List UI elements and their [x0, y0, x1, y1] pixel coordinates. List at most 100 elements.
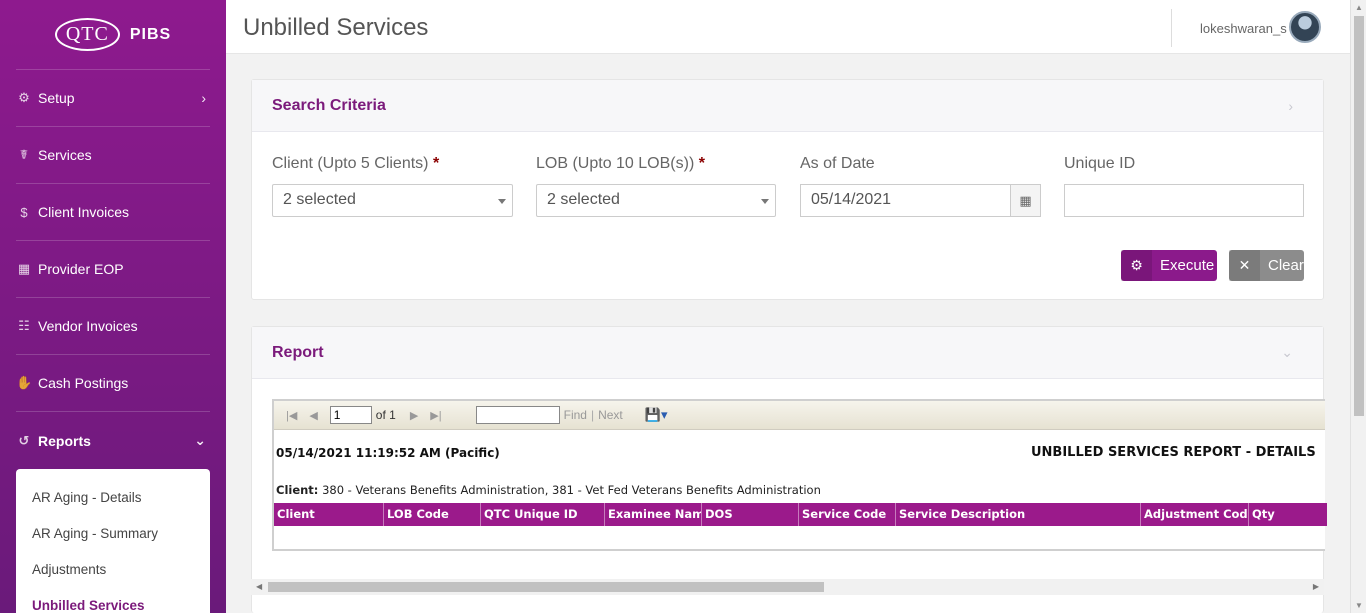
column-header: Service Code [799, 503, 896, 526]
lob-select-value: 2 selected [547, 191, 620, 208]
scrollbar-thumb[interactable] [268, 582, 824, 592]
scrollbar-thumb[interactable] [1354, 16, 1364, 416]
chevron-right-icon: › [201, 90, 206, 106]
column-header: DOS [702, 503, 799, 526]
table-header: Client LOB Code QTC Unique ID Examinee N… [274, 503, 1327, 526]
client-select[interactable]: 2 selected [272, 184, 513, 217]
sidebar-item-label: Cash Postings [38, 375, 129, 391]
username[interactable]: lokeshwaran_s [1200, 21, 1287, 36]
export-save-icon[interactable]: 💾▾ [645, 407, 668, 423]
gear-icon: ⚙ [1121, 250, 1152, 281]
logo[interactable]: QTC PIBS [16, 0, 210, 70]
lob-label: LOB (Upto 10 LOB(s)) * [536, 155, 705, 173]
submenu-item-adjustments[interactable]: Adjustments [16, 551, 210, 587]
table-icon: ☷ [18, 318, 30, 333]
sidebar-item-label: Setup [38, 90, 75, 106]
report-client-line: Client: 380 - Veterans Benefits Administ… [276, 483, 821, 497]
logo-mark: QTC [54, 18, 120, 51]
column-header: QTC Unique ID [481, 503, 605, 526]
execute-label: Execute [1160, 257, 1215, 274]
as-of-date-input[interactable]: 05/14/2021 [800, 184, 1011, 217]
sidebar-item-services[interactable]: ☤ Services [16, 127, 210, 184]
report-panel: Report ⌄ |◀ ◀ 1 of 1 ▶ ▶| Find | Next 💾▾… [251, 326, 1327, 613]
page-title: Unbilled Services [243, 14, 429, 41]
chevron-down-icon: ⌄ [194, 432, 206, 448]
calendar-icon[interactable]: ▦ [1010, 184, 1041, 217]
required-mark: * [698, 155, 705, 172]
toolbar-separator: | [590, 408, 595, 422]
panel-title: Report [272, 343, 324, 361]
sidebar: QTC PIBS ⚙ Setup › ☤ Services $ Client I… [0, 0, 226, 613]
report-run-date: 05/14/2021 11:19:52 AM (Pacific) [276, 446, 500, 460]
sidebar-item-cash-postings[interactable]: ✋ Cash Postings [16, 355, 210, 412]
client-select-value: 2 selected [283, 191, 356, 208]
chevron-down-icon[interactable]: ⌄ [1281, 344, 1293, 361]
client-label: Client: [276, 483, 319, 497]
submenu-item-ar-aging-details[interactable]: AR Aging - Details [16, 479, 210, 515]
submenu-item-ar-aging-summary[interactable]: AR Aging - Summary [16, 515, 210, 551]
scroll-down-icon[interactable]: ▼ [1355, 601, 1363, 610]
client-text: 380 - Veterans Benefits Administration, … [322, 483, 821, 497]
caret-down-icon [498, 199, 506, 204]
find-input[interactable] [475, 406, 560, 424]
page-number-input[interactable]: 1 [329, 406, 372, 424]
app-name: PIBS [129, 25, 172, 43]
sidebar-item-client-invoices[interactable]: $ Client Invoices [16, 184, 210, 241]
lob-select[interactable]: 2 selected [536, 184, 776, 217]
as-of-date-label: As of Date [800, 155, 875, 172]
sidebar-item-label: Services [38, 147, 92, 163]
first-page-icon[interactable]: |◀ [286, 409, 297, 422]
search-criteria-header[interactable]: Search Criteria › [252, 80, 1323, 132]
report-title: UNBILLED SERVICES REPORT - DETAILS [1031, 445, 1316, 460]
column-header: LOB Code [384, 503, 481, 526]
submenu-item-unbilled-services[interactable]: Unbilled Services [16, 587, 210, 613]
sidebar-item-label: Reports [38, 432, 91, 449]
panel-title: Search Criteria [272, 96, 386, 114]
page-count: of 1 [375, 408, 396, 422]
report-viewer: |◀ ◀ 1 of 1 ▶ ▶| Find | Next 💾▾ 05/14/20… [272, 399, 1327, 551]
report-toolbar: |◀ ◀ 1 of 1 ▶ ▶| Find | Next 💾▾ [274, 401, 1325, 430]
header-divider [1171, 9, 1172, 47]
chevron-right-icon[interactable]: › [1288, 98, 1293, 114]
execute-button[interactable]: ⚙ Execute [1121, 250, 1217, 281]
sidebar-item-label: Provider EOP [38, 261, 124, 277]
gear-icon: ⚙ [18, 90, 30, 105]
column-header: Examinee Name [605, 503, 702, 526]
column-header: Client [274, 503, 384, 526]
sidebar-item-setup[interactable]: ⚙ Setup › [16, 70, 210, 127]
dollar-icon: $ [20, 204, 28, 220]
caret-down-icon [761, 199, 769, 204]
find-link[interactable]: Find [564, 408, 587, 422]
top-header: Unbilled Services lokeshwaran_s [226, 0, 1350, 54]
reports-submenu: AR Aging - Details AR Aging - Summary Ad… [16, 469, 210, 613]
avatar[interactable] [1289, 11, 1321, 43]
last-page-icon[interactable]: ▶| [430, 409, 441, 422]
column-header: Qty [1252, 507, 1275, 521]
horizontal-scrollbar[interactable]: ◀ ▶ [251, 579, 1324, 595]
sidebar-item-provider-eop[interactable]: ▦ Provider EOP [16, 241, 210, 298]
sidebar-item-reports[interactable]: ↺ Reports ⌄ [16, 412, 210, 469]
calendar-icon: ▦ [17, 261, 31, 276]
clear-label: Clear [1268, 257, 1304, 274]
sidebar-item-vendor-invoices[interactable]: ☷ Vendor Invoices [16, 298, 210, 355]
client-label-text: Client (Upto 5 Clients) [272, 155, 429, 172]
scroll-left-icon[interactable]: ◀ [256, 582, 262, 591]
next-page-icon[interactable]: ▶ [410, 409, 418, 422]
history-icon: ↺ [18, 432, 30, 448]
prev-page-icon[interactable]: ◀ [309, 409, 317, 422]
sidebar-item-label: Vendor Invoices [38, 318, 138, 334]
scroll-up-icon[interactable]: ▲ [1355, 3, 1363, 12]
scroll-right-icon[interactable]: ▶ [1313, 582, 1319, 591]
search-criteria-panel: Search Criteria › Client (Upto 5 Clients… [251, 79, 1324, 300]
stethoscope-icon: ☤ [19, 147, 29, 162]
next-link[interactable]: Next [598, 408, 623, 422]
report-header[interactable]: Report ⌄ [252, 327, 1323, 379]
close-icon: ✕ [1229, 250, 1260, 281]
hand-coin-icon: ✋ [16, 375, 33, 390]
unique-id-label: Unique ID [1064, 155, 1136, 172]
vertical-scrollbar[interactable]: ▲ ▼ [1350, 0, 1366, 613]
clear-button[interactable]: ✕ Clear [1229, 250, 1304, 281]
sidebar-item-label: Client Invoices [38, 204, 130, 220]
required-mark: * [432, 155, 440, 172]
unique-id-input[interactable] [1064, 184, 1304, 217]
